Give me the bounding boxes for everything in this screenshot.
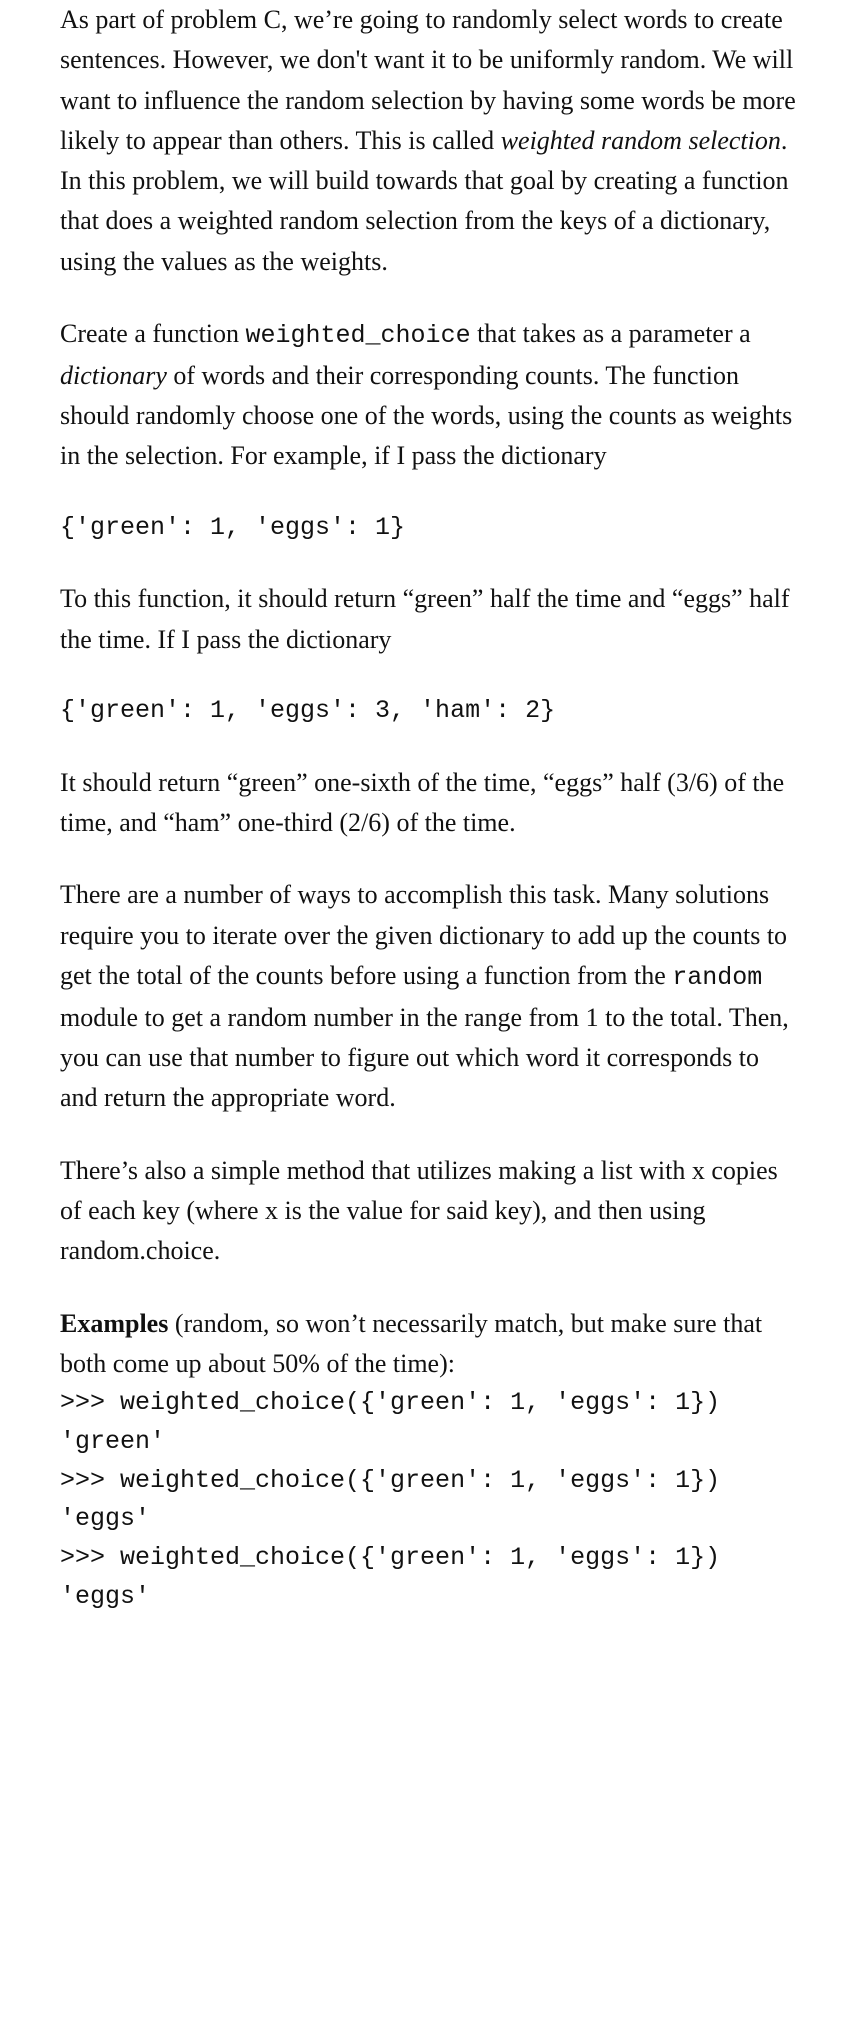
function-name-code: weighted_choice xyxy=(246,321,471,350)
examples-code-block: >>> weighted_choice({'green': 1, 'eggs':… xyxy=(60,1384,796,1617)
code-example-dict-2: {'green': 1, 'eggs': 3, 'ham': 2} xyxy=(60,692,796,731)
text: Create a function xyxy=(60,319,246,348)
document-page: As part of problem C, we’re going to ran… xyxy=(0,0,856,1657)
examples-intro: Examples (random, so won’t necessarily m… xyxy=(60,1304,796,1385)
approach-paragraph-1: There are a number of ways to accomplish… xyxy=(60,875,796,1118)
explanation-paragraph-2: It should return “green” one-sixth of th… xyxy=(60,763,796,844)
text: of words and their corresponding counts.… xyxy=(60,361,792,471)
function-spec-paragraph: Create a function weighted_choice that t… xyxy=(60,314,796,477)
text: that takes as a parameter a xyxy=(471,319,751,348)
term-weighted-random-selection: weighted random selection xyxy=(501,126,781,155)
approach-paragraph-2: There’s also a simple method that utiliz… xyxy=(60,1151,796,1272)
module-name-code: random xyxy=(672,963,762,992)
term-dictionary: dictionary xyxy=(60,361,167,390)
intro-paragraph: As part of problem C, we’re going to ran… xyxy=(60,0,796,282)
examples-label: Examples xyxy=(60,1309,168,1338)
code-example-dict-1: {'green': 1, 'eggs': 1} xyxy=(60,509,796,548)
explanation-paragraph-1: To this function, it should return “gree… xyxy=(60,579,796,660)
text: module to get a random number in the ran… xyxy=(60,1003,789,1113)
